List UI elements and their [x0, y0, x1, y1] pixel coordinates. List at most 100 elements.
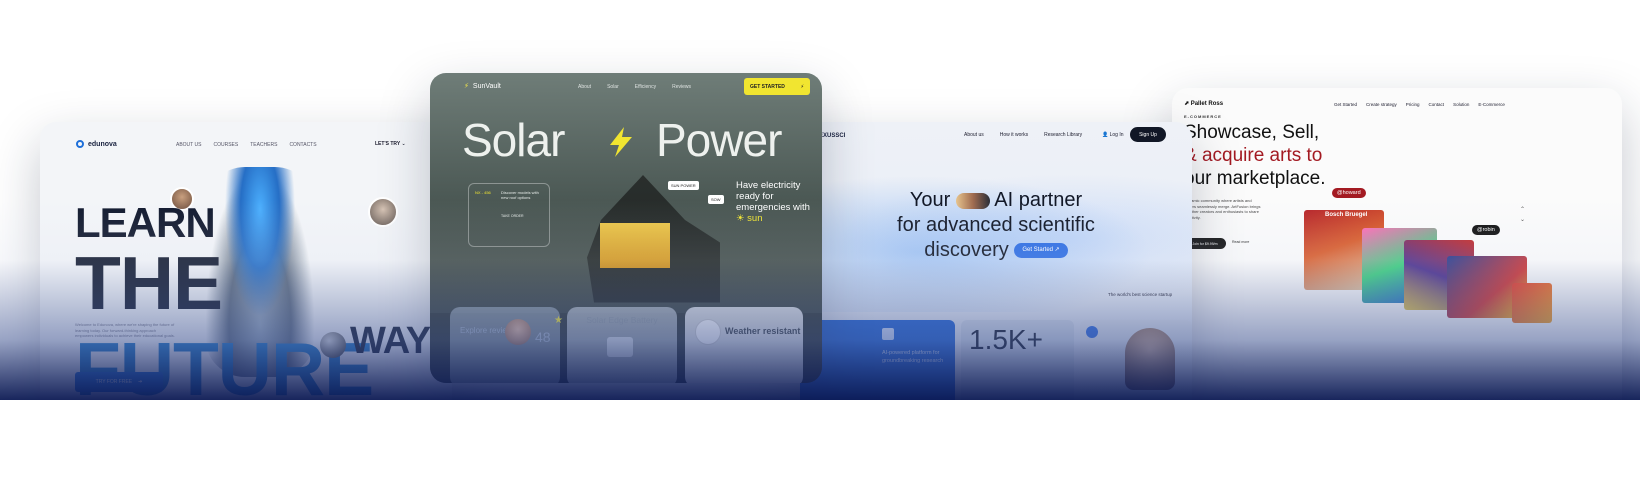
user-tag: @robin	[1472, 225, 1500, 235]
headline-line-2: & acquire arts to	[1184, 144, 1323, 166]
chevron-down-icon: ⌄	[401, 141, 406, 147]
artwork-image[interactable]	[1512, 283, 1552, 323]
nav-about[interactable]: About us	[964, 132, 984, 138]
model-panel[interactable]: NX - 456 Discover models with new roof o…	[468, 183, 550, 247]
platform-text: AI-powered platform for groundbreaking r…	[882, 350, 944, 364]
arrow-icon: ➔	[138, 379, 143, 385]
nav-pricing[interactable]: Pricing	[1406, 102, 1420, 107]
login-label: Log In	[1109, 132, 1124, 138]
showcase-stage: edunova ABOUT US COURSES TEACHERS CONTAC…	[0, 0, 1640, 502]
weather-tile[interactable]: Weather resistant	[685, 307, 803, 383]
eyebrow: E-COMMERCE	[1184, 114, 1222, 119]
nav-reviews[interactable]: Reviews	[672, 84, 691, 90]
lets-try-button[interactable]: LET'S TRY ⌄	[375, 141, 406, 147]
palletross-nav: Get Started Create strategy Pricing Cont…	[1334, 102, 1505, 107]
sun-icon: ☀	[736, 212, 745, 224]
nav-contacts[interactable]: CONTACTS	[289, 142, 316, 148]
edunova-card[interactable]: edunova ABOUT US COURSES TEACHERS CONTAC…	[40, 122, 452, 422]
battery-image	[607, 337, 633, 357]
model-code: NX - 456	[475, 190, 491, 195]
nav-library[interactable]: Research Library	[1044, 132, 1082, 138]
intro-paragraph: Welcome to Edunova, where we're shaping …	[75, 322, 175, 339]
side-text-sun: sun	[747, 212, 763, 224]
nav-efficiency[interactable]: Efficiency	[635, 84, 656, 90]
bottom-whitespace	[0, 400, 1640, 502]
nav-about[interactable]: About	[578, 84, 591, 90]
weather-icon	[695, 319, 721, 345]
nav-strategy[interactable]: Create strategy	[1366, 102, 1397, 107]
sow-tag: SOW	[708, 195, 724, 204]
sunvault-logo[interactable]: ⚡ SunVault	[464, 82, 501, 91]
get-started-button[interactable]: GET STARTED ⚡	[744, 78, 810, 95]
headline-the: THE	[75, 241, 223, 325]
avatar-group	[955, 192, 990, 209]
signup-button[interactable]: Sign Up	[1130, 127, 1166, 142]
read-more-link[interactable]: Read more	[1232, 240, 1249, 244]
battery-label: Solar Edge Battery	[586, 315, 658, 325]
headline-your: Your	[909, 189, 951, 211]
weather-label: Weather resistant	[725, 326, 801, 336]
user-tag: @howard	[1332, 188, 1366, 198]
headline-line-3: our marketplace.	[1184, 167, 1326, 189]
cta-label: TRY FOR FREE	[95, 379, 133, 385]
get-started-label: GET STARTED	[750, 83, 785, 90]
intro-paragraph: Dynamic community where artists and buye…	[1184, 198, 1261, 220]
get-started-label: Get Started	[1022, 246, 1054, 253]
star-icon: ★	[554, 315, 563, 326]
side-text-main: Have electricity ready for emergencies w…	[736, 180, 810, 213]
headline-discovery: discovery	[924, 239, 1009, 261]
chevron-up-icon[interactable]: ⌃	[1520, 206, 1525, 216]
nav-teachers[interactable]: TEACHERS	[250, 142, 277, 148]
palletross-card[interactable]: ⬈ Pallet Ross Get Started Create strateg…	[1172, 88, 1622, 422]
reviews-count: 48	[535, 329, 551, 345]
logo-text: edunova	[88, 140, 117, 148]
palletross-logo[interactable]: ⬈ Pallet Ross	[1184, 100, 1223, 107]
brand-text: SunVault	[472, 82, 501, 90]
sunvault-card[interactable]: ⚡ SunVault About Solar Efficiency Review…	[430, 73, 822, 383]
side-text: Have electricity ready for emergencies w…	[736, 180, 816, 225]
avatar	[505, 319, 531, 345]
plus-icon	[882, 328, 894, 340]
lets-try-label: LET'S TRY	[375, 141, 401, 147]
best-startup-badge: The world's best science startup	[1108, 292, 1173, 297]
bolt-icon: ⚡	[464, 83, 469, 90]
avatar	[368, 197, 398, 227]
user-icon: 👤	[1102, 132, 1109, 138]
nav-courses[interactable]: COURSES	[213, 142, 238, 148]
headline-line-1: Showcase, Sell,	[1184, 122, 1320, 143]
artwork-caption: Bosch Bruegel	[1325, 212, 1368, 218]
sunvault-nav: About Solar Efficiency Reviews	[578, 84, 691, 90]
edunova-logo[interactable]: edunova	[76, 140, 117, 148]
nav-get-started[interactable]: Get Started	[1334, 102, 1357, 107]
person-image	[1125, 328, 1175, 390]
nav-solar[interactable]: Solar	[607, 84, 619, 90]
get-started-button[interactable]: Get Started ↗	[1014, 242, 1068, 259]
take-order-link[interactable]: TAKE ORDER	[501, 214, 524, 218]
title-solar: Solar	[462, 114, 565, 166]
nav-solution[interactable]: Solution	[1453, 102, 1469, 107]
brand-text: Pallet Ross	[1190, 101, 1224, 107]
headline-ai-partner: AI partner	[994, 189, 1083, 211]
headline-line-2: for advanced scientific	[897, 214, 1095, 236]
nav-how[interactable]: How it works	[1000, 132, 1028, 138]
house-light	[600, 223, 670, 268]
try-for-free-button[interactable]: TRY FOR FREE ➔	[75, 372, 163, 392]
nexussci-nav: About us How it works Research Library	[964, 132, 1082, 138]
nexussci-card[interactable]: ⬈ NEXUSSCI About us How it works Researc…	[800, 122, 1192, 422]
hero-headline: Showcase, Sell, & acquire arts to our ma…	[1184, 122, 1326, 190]
nav-about[interactable]: ABOUT US	[176, 142, 201, 148]
login-link[interactable]: 👤 Log In	[1102, 132, 1124, 138]
nav-contact[interactable]: Contact	[1429, 102, 1445, 107]
brush-icon: ⬈	[1184, 101, 1190, 107]
hero-headline: Your AI partner for advanced scientific …	[800, 188, 1192, 263]
scroll-controls[interactable]: ⌃ ⌄	[1520, 206, 1525, 225]
bolt-icon: ⚡	[800, 83, 804, 90]
headline-way: WAY	[350, 320, 431, 362]
play-icon[interactable]	[1086, 326, 1098, 338]
nav-ecommerce[interactable]: E-Commerce	[1478, 102, 1505, 107]
chevron-down-icon[interactable]: ⌄	[1520, 216, 1525, 226]
logo-icon	[76, 140, 84, 148]
battery-tile[interactable]: Solar Edge Battery	[567, 307, 677, 383]
reviews-tile[interactable]: Explore reviews ★ 48	[450, 307, 563, 383]
sphere-image	[320, 332, 346, 358]
